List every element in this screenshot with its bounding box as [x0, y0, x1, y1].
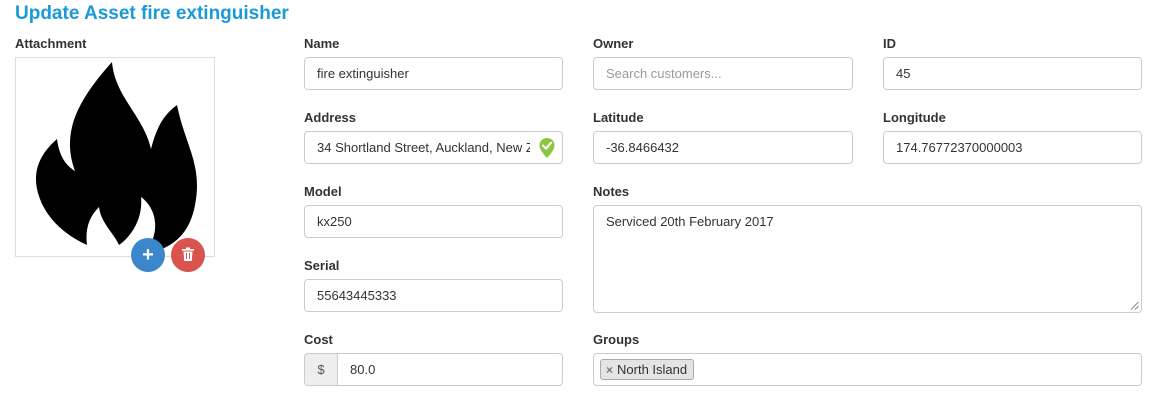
latitude-label: Latitude [593, 110, 644, 125]
cost-label: Cost [304, 332, 333, 347]
serial-input[interactable] [305, 280, 562, 311]
serial-field[interactable] [304, 279, 563, 312]
group-tag-label: North Island [617, 362, 688, 377]
model-label: Model [304, 184, 342, 199]
groups-field[interactable]: × North Island [593, 353, 1142, 386]
cost-field[interactable]: $ [304, 353, 563, 386]
trash-icon [182, 247, 194, 261]
address-input[interactable] [305, 132, 562, 163]
page-title: Update Asset fire extinguisher [15, 3, 289, 24]
notes-textarea[interactable]: Serviced 20th February 2017 [594, 206, 1141, 312]
latitude-field[interactable] [593, 131, 853, 164]
latitude-input[interactable] [594, 132, 852, 163]
longitude-input[interactable] [884, 132, 1141, 163]
address-label: Address [304, 110, 357, 125]
id-input[interactable] [884, 58, 1141, 89]
name-field[interactable] [304, 57, 563, 90]
id-field[interactable] [883, 57, 1142, 90]
currency-addon: $ [305, 354, 338, 385]
model-field[interactable] [304, 205, 563, 238]
flame-icon [35, 62, 198, 254]
attachment-preview [15, 57, 215, 257]
longitude-field[interactable] [883, 131, 1142, 164]
plus-icon: + [142, 244, 154, 266]
delete-attachment-button[interactable] [171, 238, 205, 272]
notes-label: Notes [593, 184, 630, 199]
id-label: ID [883, 36, 896, 51]
model-input[interactable] [305, 206, 562, 237]
location-verified-icon [539, 138, 555, 158]
address-field[interactable] [304, 131, 563, 164]
group-tag: × North Island [600, 359, 695, 380]
notes-field[interactable]: Serviced 20th February 2017 [593, 205, 1142, 313]
longitude-label: Longitude [883, 110, 946, 125]
groups-label: Groups [593, 332, 640, 347]
add-attachment-button[interactable]: + [131, 238, 165, 272]
serial-label: Serial [304, 258, 340, 273]
attachment-label: Attachment [15, 36, 87, 51]
name-label: Name [304, 36, 340, 51]
name-input[interactable] [305, 58, 562, 89]
tag-remove-icon[interactable]: × [606, 363, 613, 377]
owner-search-input[interactable] [594, 58, 852, 89]
cost-input[interactable] [338, 354, 562, 385]
owner-field[interactable] [593, 57, 853, 90]
owner-label: Owner [593, 36, 634, 51]
